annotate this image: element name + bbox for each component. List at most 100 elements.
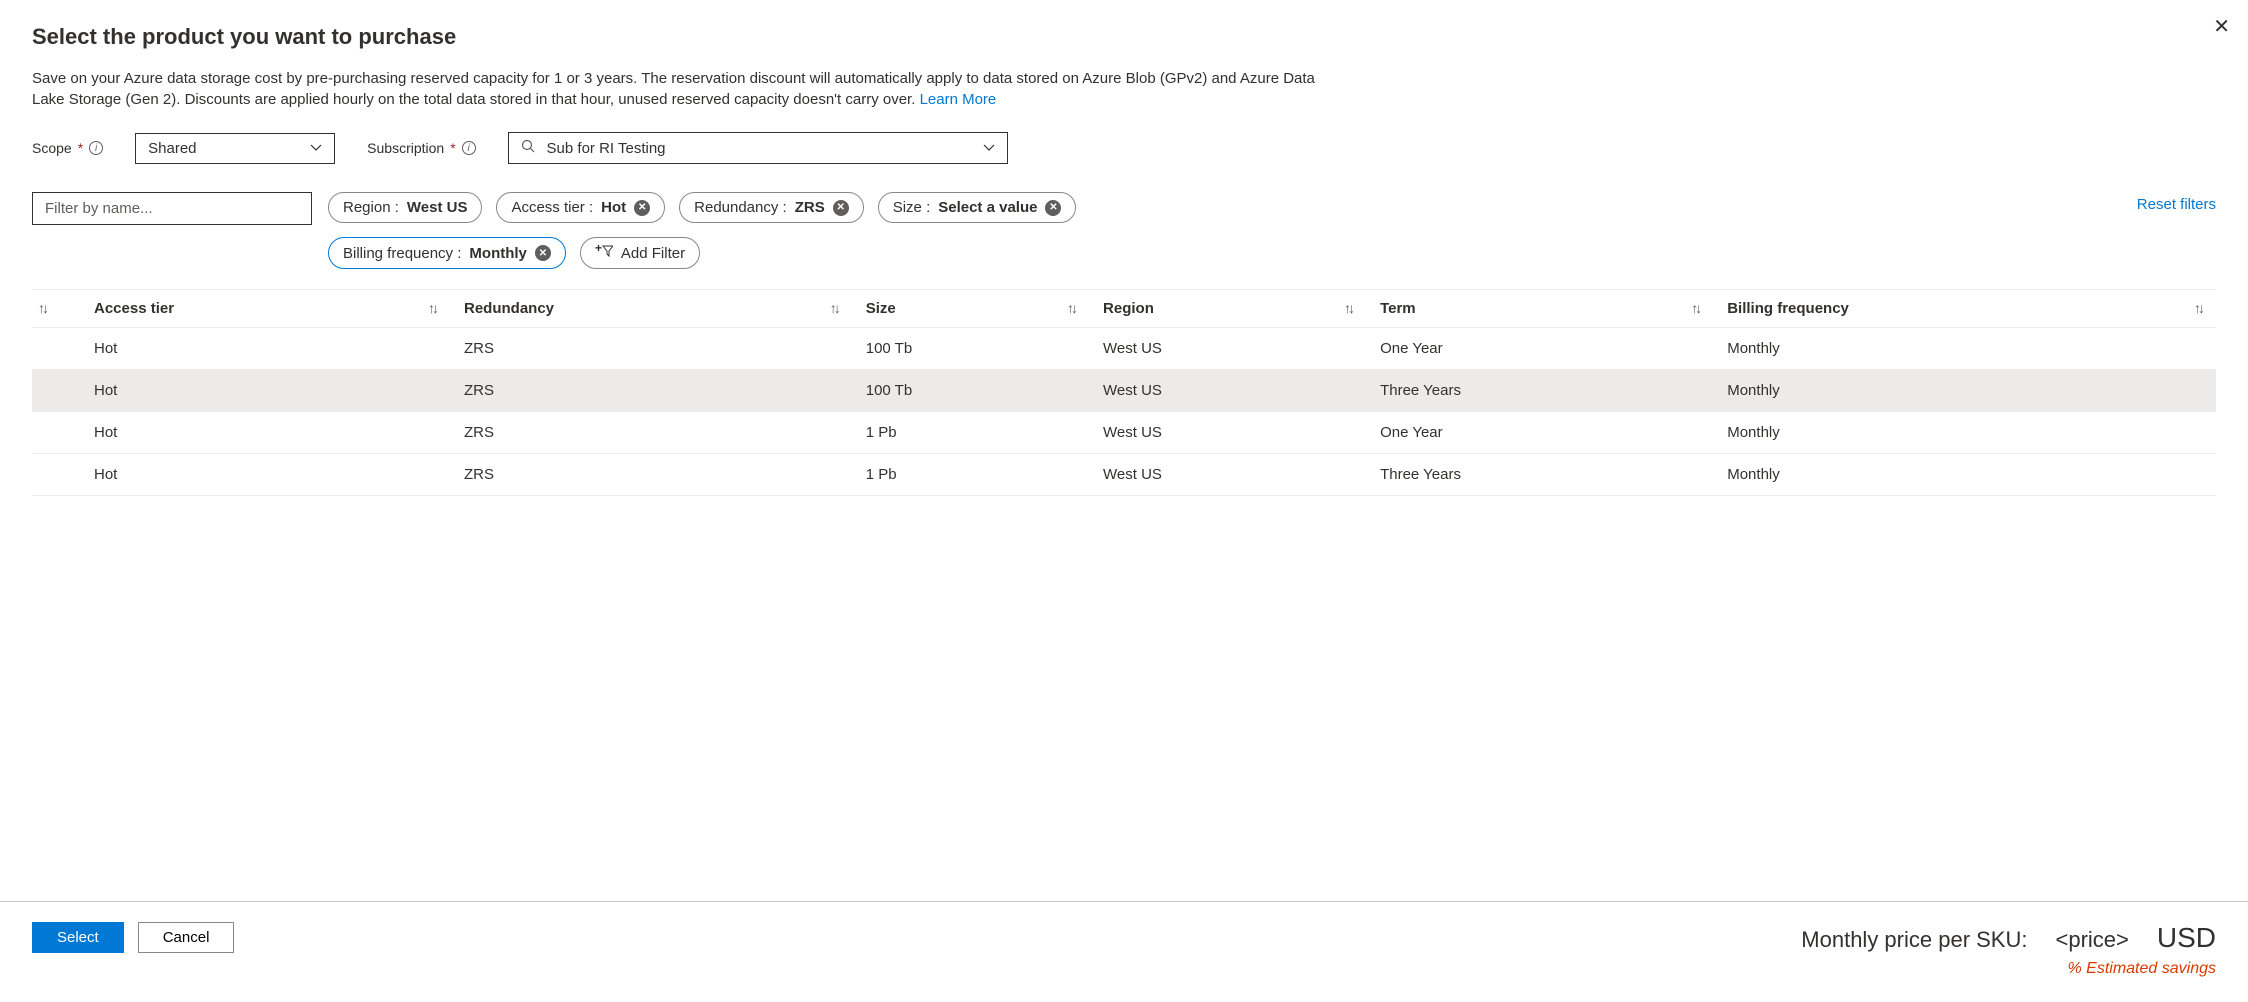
sort-icon: ↑↓ — [38, 300, 46, 316]
sort-icon: ↑↓ — [2194, 300, 2202, 316]
scope-label: Scope — [32, 140, 72, 156]
filter-pill-billing-frequency[interactable]: Billing frequency : Monthly ✕ — [328, 237, 566, 269]
table-row[interactable]: HotZRS1 PbWest USThree YearsMonthly — [32, 454, 2216, 496]
scope-label-group: Scope * i — [32, 140, 103, 156]
cell-region: West US — [1089, 454, 1366, 496]
products-table: ↑↓ Access tier↑↓ Redundancy↑↓ Size↑↓ Reg… — [32, 289, 2216, 496]
cell-redundancy: ZRS — [450, 412, 852, 454]
row-select-cell — [32, 412, 80, 454]
cell-billing: Monthly — [1713, 328, 2216, 370]
subscription-label: Subscription — [367, 140, 444, 156]
cell-access-tier: Hot — [80, 328, 450, 370]
cell-region: West US — [1089, 370, 1366, 412]
col-term[interactable]: Term↑↓ — [1366, 290, 1713, 328]
filter-name-input[interactable] — [32, 192, 312, 225]
row-sort-header[interactable]: ↑↓ — [32, 290, 80, 328]
page-title: Select the product you want to purchase — [32, 24, 2216, 50]
close-icon[interactable]: ✕ — [2213, 14, 2230, 39]
subscription-value-wrap: Sub for RI Testing — [521, 139, 666, 157]
pill-label: Billing frequency : — [343, 245, 461, 262]
clear-icon[interactable]: ✕ — [634, 200, 650, 216]
subscription-label-group: Subscription * i — [367, 140, 476, 156]
cell-term: One Year — [1366, 328, 1713, 370]
pill-label: Redundancy : — [694, 199, 787, 216]
filter-pills: Region : West US Access tier : Hot ✕ Red… — [328, 192, 1228, 269]
cancel-button[interactable]: Cancel — [138, 922, 235, 953]
reset-filters-link[interactable]: Reset filters — [2137, 196, 2216, 213]
pill-value: Select a value — [938, 199, 1037, 216]
pill-label: Access tier : — [511, 199, 593, 216]
row-select-cell — [32, 328, 80, 370]
footer-actions: Select Cancel — [32, 922, 234, 953]
pill-value: Monthly — [469, 245, 527, 262]
col-redundancy[interactable]: Redundancy↑↓ — [450, 290, 852, 328]
scope-value: Shared — [148, 140, 196, 157]
cell-size: 1 Pb — [852, 454, 1089, 496]
filters-row: Region : West US Access tier : Hot ✕ Red… — [32, 192, 2216, 269]
table-row[interactable]: HotZRS100 TbWest USThree YearsMonthly — [32, 370, 2216, 412]
cell-billing: Monthly — [1713, 454, 2216, 496]
info-icon[interactable]: i — [89, 141, 103, 155]
search-icon — [521, 140, 539, 156]
footer-bar: Select Cancel Monthly price per SKU: <pr… — [0, 901, 2248, 1002]
chevron-down-icon — [310, 141, 322, 155]
table-row[interactable]: HotZRS1 PbWest USOne YearMonthly — [32, 412, 2216, 454]
col-size[interactable]: Size↑↓ — [852, 290, 1089, 328]
filter-pill-access-tier[interactable]: Access tier : Hot ✕ — [496, 192, 665, 223]
col-region[interactable]: Region↑↓ — [1089, 290, 1366, 328]
cell-access-tier: Hot — [80, 412, 450, 454]
cell-region: West US — [1089, 412, 1366, 454]
sort-icon: ↑↓ — [1344, 300, 1352, 316]
subscription-dropdown[interactable]: Sub for RI Testing — [508, 132, 1008, 164]
page-description: Save on your Azure data storage cost by … — [32, 68, 1332, 110]
footer-pricing: Monthly price per SKU: <price> USD % Est… — [1801, 922, 2216, 978]
cell-redundancy: ZRS — [450, 370, 852, 412]
cell-term: One Year — [1366, 412, 1713, 454]
description-text: Save on your Azure data storage cost by … — [32, 70, 1315, 108]
clear-icon[interactable]: ✕ — [1045, 200, 1061, 216]
filter-pill-region[interactable]: Region : West US — [328, 192, 482, 223]
chevron-down-icon — [983, 141, 995, 155]
clear-icon[interactable]: ✕ — [833, 200, 849, 216]
cell-redundancy: ZRS — [450, 454, 852, 496]
scope-dropdown[interactable]: Shared — [135, 133, 335, 164]
add-filter-icon: + — [595, 244, 613, 262]
cell-billing: Monthly — [1713, 370, 2216, 412]
add-filter-button[interactable]: + Add Filter — [580, 237, 700, 269]
add-filter-label: Add Filter — [621, 245, 685, 262]
filter-pill-size[interactable]: Size : Select a value ✕ — [878, 192, 1077, 223]
table-header-row: ↑↓ Access tier↑↓ Redundancy↑↓ Size↑↓ Reg… — [32, 290, 2216, 328]
pill-value: Hot — [601, 199, 626, 216]
pill-value: West US — [407, 199, 468, 216]
table-row[interactable]: HotZRS100 TbWest USOne YearMonthly — [32, 328, 2216, 370]
price-currency: USD — [2157, 922, 2216, 954]
pill-label: Region : — [343, 199, 399, 216]
cell-billing: Monthly — [1713, 412, 2216, 454]
pill-label: Size : — [893, 199, 931, 216]
estimated-savings: % Estimated savings — [1801, 960, 2216, 978]
required-asterisk: * — [78, 140, 83, 156]
required-asterisk: * — [450, 140, 455, 156]
row-select-cell — [32, 454, 80, 496]
col-access-tier[interactable]: Access tier↑↓ — [80, 290, 450, 328]
cell-redundancy: ZRS — [450, 328, 852, 370]
select-button[interactable]: Select — [32, 922, 124, 953]
col-billing[interactable]: Billing frequency↑↓ — [1713, 290, 2216, 328]
cell-size: 1 Pb — [852, 412, 1089, 454]
price-line: Monthly price per SKU: <price> USD — [1801, 922, 2216, 954]
price-label: Monthly price per SKU: — [1801, 927, 2027, 953]
svg-text:+: + — [595, 244, 602, 255]
cell-region: West US — [1089, 328, 1366, 370]
clear-icon[interactable]: ✕ — [535, 245, 551, 261]
sort-icon: ↑↓ — [1067, 300, 1075, 316]
subscription-value: Sub for RI Testing — [547, 140, 666, 157]
price-value: <price> — [2055, 927, 2128, 953]
info-icon[interactable]: i — [462, 141, 476, 155]
sort-icon: ↑↓ — [428, 300, 436, 316]
cell-size: 100 Tb — [852, 370, 1089, 412]
filter-pill-redundancy[interactable]: Redundancy : ZRS ✕ — [679, 192, 864, 223]
cell-size: 100 Tb — [852, 328, 1089, 370]
sort-icon: ↑↓ — [1691, 300, 1699, 316]
form-row: Scope * i Shared Subscription * i Sub fo… — [32, 132, 2216, 164]
learn-more-link[interactable]: Learn More — [920, 91, 997, 108]
